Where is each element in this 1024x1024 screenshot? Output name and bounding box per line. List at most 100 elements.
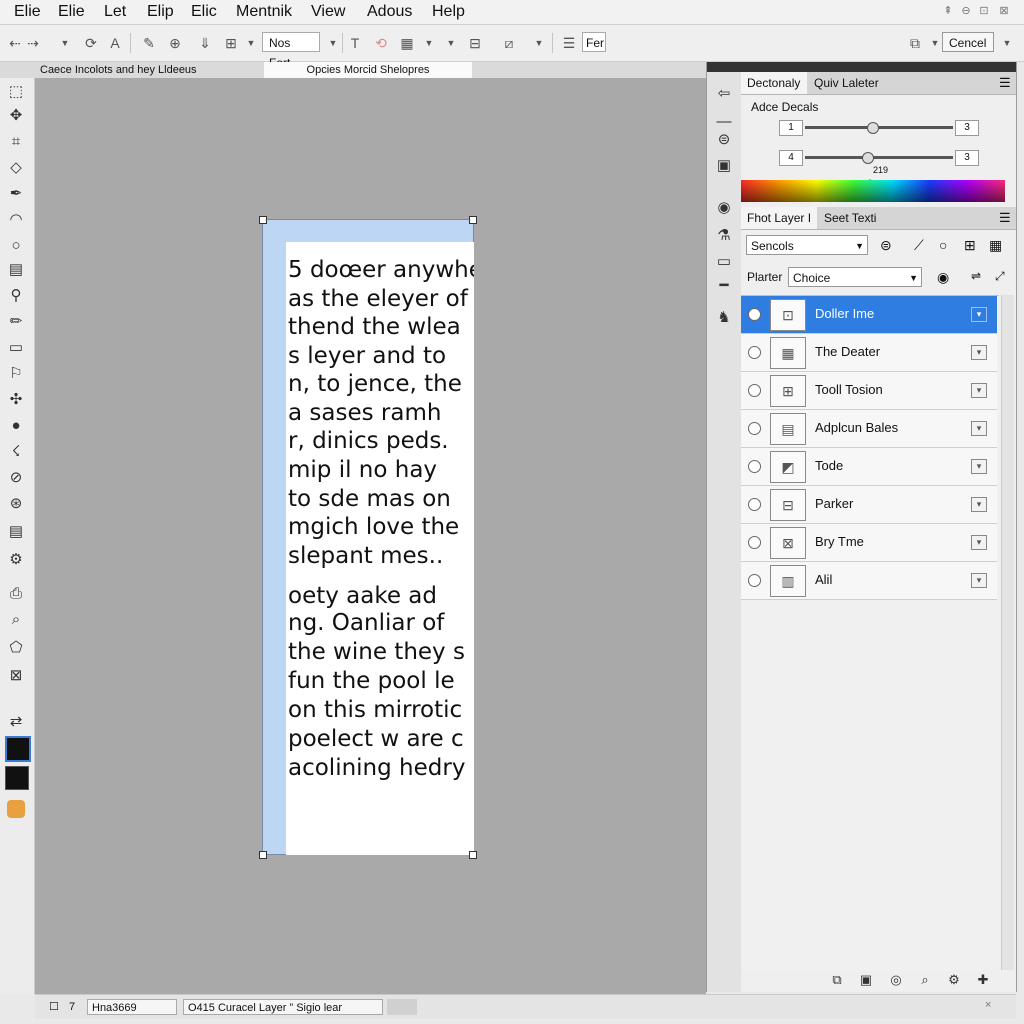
rectangle-tool-icon[interactable]: ▭ [5,338,27,358]
layers-icon[interactable]: ☰ [560,34,578,52]
lock-circle-icon[interactable]: ○ [939,237,947,253]
slider-2-track[interactable] [805,156,953,159]
move-arrow-right-icon[interactable]: ⇢ [24,34,42,52]
target-icon[interactable]: ⊕ [166,34,184,52]
layer-row[interactable]: ▤ Adplcun Bales ▾ [741,410,997,448]
close-icon[interactable]: ⊠ [996,4,1012,18]
paint-bucket-icon[interactable]: ⚗ [713,226,735,246]
crop-tool-icon[interactable]: ⌗ [5,132,27,152]
marquee-tool-icon[interactable]: ⬚ [5,82,27,102]
warp-icon[interactable]: ⟲ [372,34,390,52]
resize-handle-top-right[interactable] [469,216,477,224]
panel-menu-icon[interactable]: ☰ [999,75,1011,91]
dodge-tool-icon[interactable]: ⊘ [5,468,27,488]
panel-menu-icon[interactable]: ☰ [999,210,1011,226]
eraser-tool-icon[interactable]: ◇ [5,158,27,178]
download-icon[interactable]: ⇓ [196,34,214,52]
tab-fhot-layer[interactable]: Fhot Layer I [741,207,817,229]
visibility-toggle-icon[interactable] [748,460,761,473]
dropdown-arrow-icon[interactable]: ▼ [242,34,260,52]
layer-options-icon[interactable]: ▾ [971,573,987,588]
layer-options-icon[interactable]: ▾ [971,535,987,550]
tab-dectonaly[interactable]: Dectonaly [741,72,807,94]
layer-options-icon[interactable]: ⤢ [995,269,1005,284]
link-icon[interactable]: ⇌ [971,269,981,283]
menu-item-6[interactable]: Mentnik [236,2,292,22]
menu-item-1[interactable]: Elie [14,2,41,22]
menu-item-adous[interactable]: Adous [367,2,412,22]
tab-seet-texti[interactable]: Seet Texti [818,207,908,229]
status-icon-1[interactable]: ☐ [45,999,65,1015]
zoom-tool-icon[interactable]: ⌕ [5,610,27,630]
ellipse-tool-icon[interactable]: ○ [5,236,27,256]
layer-row[interactable]: ▥ Alil ▾ [741,562,997,600]
color-wheel-icon[interactable]: ◉ [713,198,735,218]
layer-options-icon[interactable]: ▾ [971,345,987,360]
ruler-tool-icon[interactable]: ▤ [5,260,27,280]
layer-options-icon[interactable]: ▾ [971,383,987,398]
history-icon[interactable]: ⇦ [713,84,735,104]
background-color-swatch[interactable] [5,766,29,790]
type-tool-icon[interactable]: ▤ [5,522,27,542]
status-icon-2[interactable]: 7 [65,999,85,1015]
document-tab-2[interactable]: Opcies Morcid Shelopres [264,62,472,78]
minimize-icon[interactable]: ⊖ [958,4,974,18]
move-arrow-icon[interactable]: ⇠ [6,34,24,52]
blend-mode-select[interactable]: Sencols ▼ [746,235,868,255]
text-tool-icon[interactable]: A [106,34,124,52]
secondary-field[interactable]: Fer [582,32,606,52]
dropdown-arrow-icon[interactable]: ▼ [324,34,342,52]
layer-row[interactable]: ⊞ Tooll Tosion ▾ [741,372,997,410]
brush-icon[interactable]: ✎ [140,34,158,52]
document-tab-1[interactable]: Caece Incolots and hey Lldeeus [36,62,264,78]
foreground-color-swatch[interactable] [5,736,31,762]
dropdown-arrow-icon[interactable]: ▼ [442,34,460,52]
visibility-toggle-icon[interactable] [748,536,761,549]
path-tool-icon[interactable]: ⚙ [5,550,27,570]
layer-row[interactable]: ◩ Tode ▾ [741,448,997,486]
layer-options-icon[interactable]: ▾ [971,307,987,322]
visibility-toggle-icon[interactable] [748,308,761,321]
menu-item-help[interactable]: Help [432,2,465,22]
restore-icon[interactable]: ⇞ [940,4,956,18]
swatches-icon[interactable]: ▣ [713,156,735,176]
layer-row[interactable]: ⊟ Parker ▾ [741,486,997,524]
slider-2-knob[interactable] [862,152,875,164]
layer-options-icon[interactable]: ▾ [971,421,987,436]
document-page[interactable]: 5 doœer anywhere as the eleyer of thend … [286,242,474,855]
quick-mask-icon[interactable] [7,800,25,818]
visibility-toggle-icon[interactable] [748,498,761,511]
resize-handle-bottom-right[interactable] [469,851,477,859]
slider-2-max[interactable]: 3 [955,150,979,166]
lock-all-icon[interactable]: ▦ [989,237,1002,254]
pencil-tool-icon[interactable]: ✏ [5,312,27,332]
close-icon[interactable]: × [985,999,991,1011]
lasso-tool-icon[interactable]: ◠ [5,210,27,230]
visibility-toggle-icon[interactable] [748,346,761,359]
hand-tool-icon[interactable]: ⎙ [5,584,27,604]
tab-quiv-laleter[interactable]: Quiv Laleter [808,72,908,94]
visibility-toggle-icon[interactable] [748,422,761,435]
font-field[interactable]: Nos Fort [262,32,320,70]
blur-tool-icon[interactable]: ● [5,416,27,436]
align-icon[interactable]: ⊞ [222,34,240,52]
frame-icon[interactable]: ⊟ [466,34,484,52]
link-layers-icon[interactable]: ⧉ [829,972,845,988]
brush-settings-icon[interactable]: ⊜ [713,130,735,150]
lock-grid-icon[interactable]: ⊞ [964,237,976,254]
slider-1-min[interactable]: 1 [779,120,803,136]
layer-row[interactable]: ▦ The Deater ▾ [741,334,997,372]
character-icon[interactable]: ♞ [713,308,735,328]
path-icon[interactable]: ━ [713,276,735,296]
slider-1-track[interactable] [805,126,953,129]
grid-icon[interactable]: ▦ [398,34,416,52]
visibility-toggle-icon[interactable] [748,384,761,397]
new-layer-icon[interactable]: ✚ [975,972,991,988]
pin-tool-icon[interactable]: ⚐ [5,364,27,384]
menu-item-5[interactable]: Elic [191,2,217,22]
resize-handle-top-left[interactable] [259,216,267,224]
adjustment-icon[interactable]: ⌕ [917,972,933,988]
move-tool-icon[interactable]: ✥ [5,106,27,126]
note-tool-icon[interactable]: ⊠ [5,666,27,686]
maximize-icon[interactable]: ⊡ [976,4,992,18]
